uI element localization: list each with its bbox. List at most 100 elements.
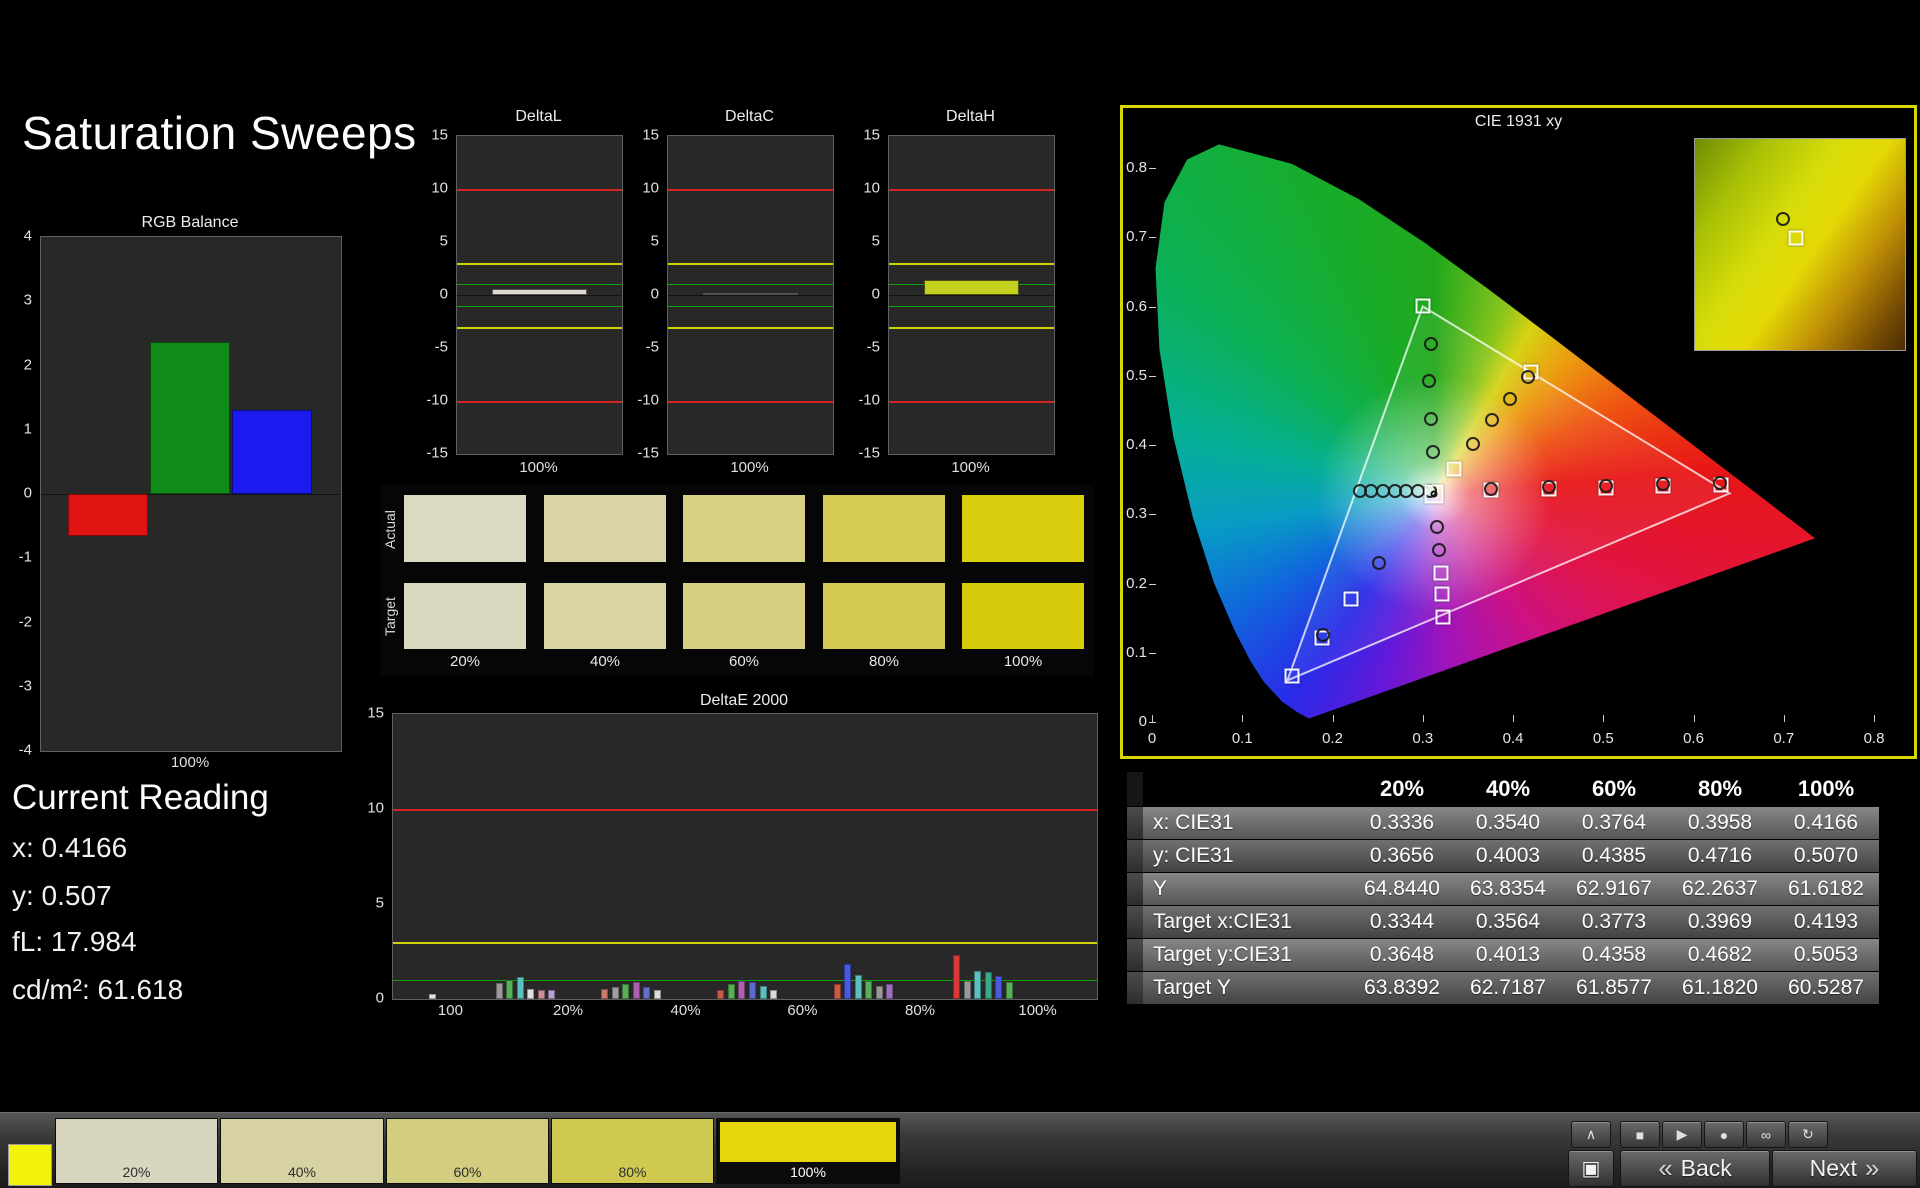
back-button-label: Back <box>1681 1155 1732 1182</box>
axis-tick-label: 0.4 <box>1495 730 1531 747</box>
table-value-cell: 0.5053 <box>1773 939 1879 971</box>
measurement-marker <box>1372 556 1386 570</box>
axis-tick-label: 0.3 <box>1405 730 1441 747</box>
delta-e-bar <box>622 984 629 999</box>
table-row-label: Target y:CIE31 <box>1143 939 1349 971</box>
axis-tick-label: 0.6 <box>1676 730 1712 747</box>
delta-l-yticks: 151050-5-10-15 <box>426 135 452 453</box>
table-row-label: Y <box>1143 873 1349 905</box>
bottom-toolbar: ∧ ■▶●∞↻ ▣ « Back Next » 20%40%60%80%100% <box>0 1112 1920 1188</box>
next-button[interactable]: Next » <box>1772 1150 1917 1187</box>
delta-e-bar <box>728 984 735 999</box>
saturation-button-60%[interactable]: 60% <box>386 1118 549 1184</box>
table-value-cell: 0.3969 <box>1667 906 1773 938</box>
up-button[interactable]: ∧ <box>1571 1121 1611 1148</box>
delta-e-bar <box>429 994 436 999</box>
delta-e-bar <box>855 975 862 999</box>
delta-e-bar <box>985 972 992 999</box>
delta-e-bar <box>974 971 981 1000</box>
saturation-button-80%[interactable]: 80% <box>551 1118 714 1184</box>
table-header-cell: 100% <box>1773 772 1879 806</box>
rgb-balance-yticks: 43210-1-2-3-4 <box>0 236 36 750</box>
table-value-cell: 0.3336 <box>1349 807 1455 839</box>
rgb-balance-xlabel: 100% <box>40 754 340 771</box>
limit-line-red <box>457 401 622 403</box>
axis-tick-label: 10 <box>642 180 659 197</box>
axis-tick-label: 15 <box>863 127 880 144</box>
axis-tick-label: 10 <box>367 800 384 817</box>
axis-tick-label: -15 <box>637 445 659 462</box>
limit-line-red <box>457 189 622 191</box>
swatch-row-label-target: Target <box>382 584 398 649</box>
saturation-button-label: 80% <box>552 1164 713 1180</box>
stop-button[interactable]: ■ <box>1620 1121 1660 1148</box>
delta-e-bar <box>538 990 545 1000</box>
delta-e-bar <box>612 987 619 999</box>
table-header-cell: 60% <box>1561 772 1667 806</box>
axis-tick-label: -5 <box>435 339 448 356</box>
delta-e-bar <box>749 982 756 999</box>
axis-tick-label: 0 <box>376 990 384 1007</box>
limit-line-yellow <box>668 263 833 265</box>
limit-line-red <box>393 809 1097 811</box>
axis-tick-label: -5 <box>867 339 880 356</box>
screen-button[interactable]: ▣ <box>1568 1150 1614 1187</box>
limit-line-red <box>889 401 1054 403</box>
actual-swatch <box>404 495 526 562</box>
axis-tick-label: 60% <box>782 1002 822 1019</box>
saturation-button-20%[interactable]: 20% <box>55 1118 218 1184</box>
axis-tick-label: -10 <box>426 392 448 409</box>
delta-e-bar <box>654 990 661 1000</box>
results-table: 20%40%60%80%100%x: CIE310.33360.35400.37… <box>1127 772 1883 1005</box>
saturation-button-40%[interactable]: 40% <box>220 1118 384 1184</box>
rgb-bar-red <box>68 494 148 536</box>
cie-chart-panel: CIE 1931 xy 00.10.20.30.40.50.60.70.800.… <box>1120 105 1917 759</box>
saturation-button-100%[interactable]: 100% <box>716 1118 900 1184</box>
measurement-marker <box>1466 437 1480 451</box>
delta-e-yticks: 151050 <box>362 713 388 998</box>
delta-e-bar <box>738 981 745 999</box>
delta-e-title: DeltaE 2000 <box>392 692 1096 710</box>
delta-e-bar <box>886 984 893 999</box>
actual-swatch <box>544 495 666 562</box>
axis-tick-label: 0 <box>1134 730 1170 747</box>
table-cell <box>1143 772 1349 806</box>
measurement-marker <box>1656 477 1670 491</box>
table-value-cell: 0.4003 <box>1455 840 1561 872</box>
white-point-marker <box>1425 485 1444 504</box>
axis-tick-label: 100 <box>430 1002 470 1019</box>
axis-tick-label: -10 <box>637 392 659 409</box>
swatch-column-label: 40% <box>544 653 666 670</box>
app-window: Saturation Sweeps RGB Balance 43210-1-2-… <box>0 0 1920 1188</box>
measurement-marker <box>1503 392 1517 406</box>
inset-measurement-marker <box>1776 212 1790 226</box>
back-button[interactable]: « Back <box>1620 1150 1770 1187</box>
saturation-button-label: 100% <box>717 1164 899 1180</box>
delta-e-bar <box>527 989 534 999</box>
back-chevron-icon: « <box>1658 1153 1672 1184</box>
saturation-swatch <box>720 1122 896 1162</box>
axis-tick-label: 5 <box>376 895 384 912</box>
table-cell <box>1127 873 1143 905</box>
table-value-cell: 61.6182 <box>1773 873 1879 905</box>
limit-line-green <box>889 306 1054 307</box>
table-row-label: Target x:CIE31 <box>1143 906 1349 938</box>
refresh-button[interactable]: ↻ <box>1788 1121 1828 1148</box>
target-swatch <box>404 583 526 649</box>
axis-tick-label: 0 <box>651 286 659 303</box>
axis-tick-label: 0.2 <box>1123 575 1147 592</box>
table-header-cell: 40% <box>1455 772 1561 806</box>
record-button[interactable]: ● <box>1704 1121 1744 1148</box>
delta-e-plot <box>392 713 1098 1000</box>
target-marker <box>1284 669 1299 684</box>
table-row: y: CIE310.36560.40030.43850.47160.5070 <box>1127 840 1883 872</box>
play-button[interactable]: ▶ <box>1662 1121 1702 1148</box>
axis-tick-label: -10 <box>858 392 880 409</box>
limit-line-yellow <box>457 327 622 329</box>
table-cell <box>1127 807 1143 839</box>
axis-tick-label: 5 <box>651 233 659 250</box>
table-row: Target Y63.839262.718761.857761.182060.5… <box>1127 972 1883 1004</box>
delta-e-bar <box>633 982 640 999</box>
delta-e-bar <box>770 990 777 1000</box>
loop-button[interactable]: ∞ <box>1746 1121 1786 1148</box>
